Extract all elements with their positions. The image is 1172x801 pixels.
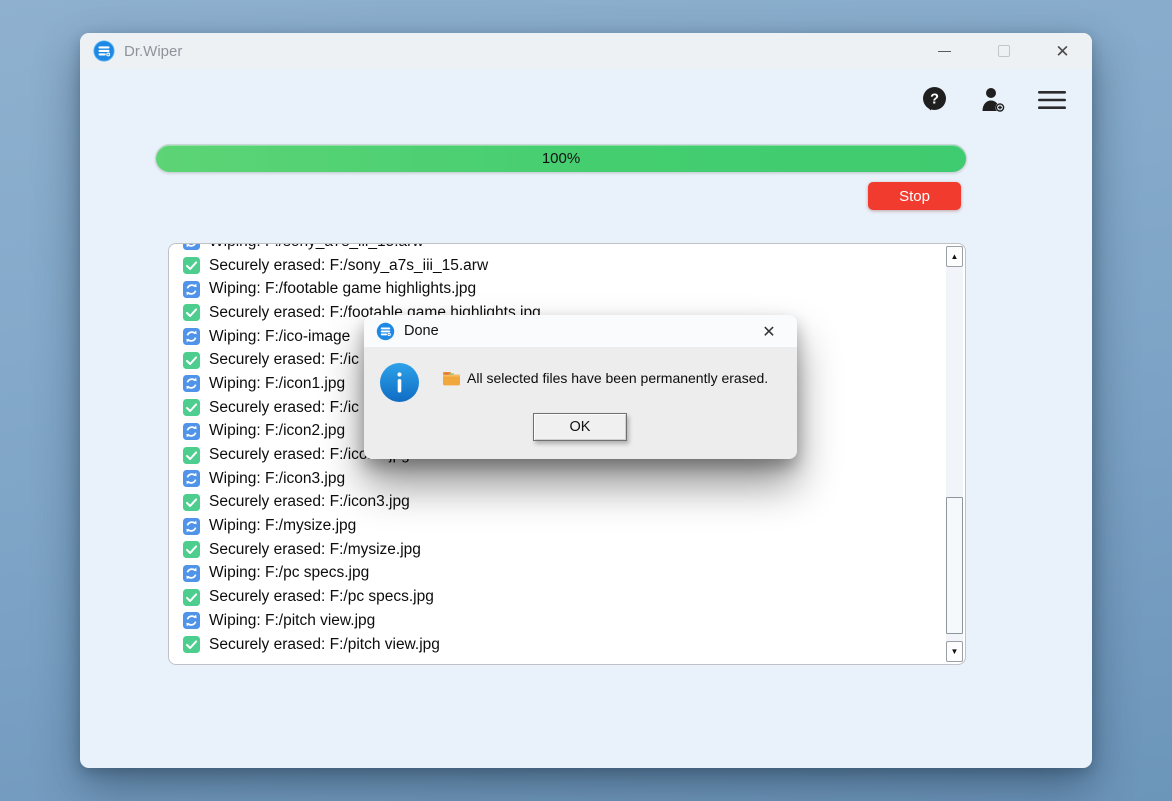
close-icon: ✕	[1055, 43, 1069, 60]
log-row[interactable]: Wiping: F:/mysize.jpg	[183, 514, 965, 538]
log-row-text: Wiping: F:/icon3.jpg	[209, 470, 345, 488]
sync-icon	[183, 328, 200, 345]
add-user-button[interactable]	[978, 85, 1008, 115]
check-icon	[183, 304, 200, 321]
dialog-app-logo-icon	[376, 322, 395, 341]
log-row[interactable]: Wiping: F:/footable game highlights.jpg	[183, 277, 965, 301]
log-row[interactable]: Wiping: F:/icon3.jpg	[183, 467, 965, 491]
help-icon: ?	[921, 86, 948, 114]
dialog-message-row: All selected files have been permanently…	[443, 370, 787, 386]
check-icon	[183, 589, 200, 606]
add-user-icon	[978, 85, 1008, 115]
log-row[interactable]: Securely erased: F:/pitch view.jpg	[183, 633, 965, 657]
window-titlebar[interactable]: Dr.Wiper ✕	[80, 33, 1092, 69]
log-row-text: Securely erased: F:/pc specs.jpg	[209, 588, 434, 606]
dialog-message: All selected files have been permanently…	[467, 370, 768, 386]
log-row-text: Securely erased: F:/ic	[209, 399, 359, 417]
desktop-background: Dr.Wiper ✕ ?	[0, 0, 1172, 801]
log-row[interactable]: Securely erased: F:/mysize.jpg	[183, 538, 965, 562]
sync-icon	[183, 375, 200, 392]
log-row-text: Wiping: F:/sony_a7s_iii_15.arw	[209, 243, 424, 251]
log-row[interactable]: Wiping: F:/pitch view.jpg	[183, 609, 965, 633]
log-row-text: Securely erased: F:/ic	[209, 351, 359, 369]
scroll-up-icon: ▲	[951, 252, 959, 261]
window-controls: ✕	[915, 33, 1092, 69]
sync-icon	[183, 281, 200, 298]
close-button[interactable]: ✕	[1033, 33, 1092, 69]
check-icon	[183, 636, 200, 653]
progress-label: 100%	[542, 150, 580, 167]
log-row[interactable]: Securely erased: F:/pc specs.jpg	[183, 585, 965, 609]
maximize-button[interactable]	[974, 33, 1033, 69]
log-row-text: Wiping: F:/mysize.jpg	[209, 517, 356, 535]
sync-icon	[183, 612, 200, 629]
dialog-title: Done	[404, 323, 439, 339]
menu-button[interactable]	[1038, 89, 1066, 111]
log-row-text: Wiping: F:/pc specs.jpg	[209, 564, 369, 582]
help-button[interactable]: ?	[921, 86, 948, 114]
check-icon	[183, 257, 200, 274]
scroll-down-button[interactable]: ▼	[946, 641, 963, 662]
log-row-text: Securely erased: F:/pitch view.jpg	[209, 636, 440, 654]
log-row-text: Wiping: F:/icon1.jpg	[209, 375, 345, 393]
dialog-close-button[interactable]: ✕	[751, 315, 787, 348]
log-row-text: Wiping: F:/pitch view.jpg	[209, 612, 375, 630]
done-dialog: Done ✕	[364, 315, 797, 459]
scroll-up-button[interactable]: ▲	[946, 246, 963, 267]
log-row[interactable]: Wiping: F:/pc specs.jpg	[183, 562, 965, 586]
log-row-text: Wiping: F:/icon2.jpg	[209, 422, 345, 440]
stop-button[interactable]: Stop	[868, 182, 961, 210]
toolbar: ?	[921, 85, 1066, 115]
menu-icon	[1038, 89, 1066, 111]
scroll-down-icon: ▼	[951, 647, 959, 656]
maximize-icon	[998, 45, 1010, 57]
info-icon	[380, 363, 419, 402]
dialog-close-icon: ✕	[762, 322, 775, 342]
minimize-button[interactable]	[915, 33, 974, 69]
log-row[interactable]: Securely erased: F:/sony_a7s_iii_15.arw	[183, 254, 965, 278]
check-icon	[183, 494, 200, 511]
log-row-text: Securely erased: F:/mysize.jpg	[209, 541, 421, 559]
drwiper-window: Dr.Wiper ✕ ?	[80, 33, 1092, 768]
svg-text:?: ?	[930, 92, 939, 108]
log-row[interactable]: Wiping: F:/sony_a7s_iii_15.arw	[183, 243, 965, 254]
sync-icon	[183, 243, 200, 250]
sync-icon	[183, 565, 200, 582]
sync-icon	[183, 470, 200, 487]
progress-bar: 100%	[155, 144, 967, 173]
app-title: Dr.Wiper	[124, 43, 182, 60]
check-icon	[183, 541, 200, 558]
log-row-text: Wiping: F:/ico-image	[209, 328, 350, 346]
log-row-text: Wiping: F:/footable game highlights.jpg	[209, 280, 476, 298]
folder-icon	[443, 371, 460, 386]
scrollbar[interactable]: ▲ ▼	[946, 246, 963, 662]
check-icon	[183, 447, 200, 464]
sync-icon	[183, 423, 200, 440]
sync-icon	[183, 518, 200, 535]
check-icon	[183, 352, 200, 369]
log-row[interactable]: Securely erased: F:/icon3.jpg	[183, 491, 965, 515]
minimize-icon	[938, 51, 951, 52]
app-logo-icon	[93, 40, 115, 62]
log-row-text: Securely erased: F:/icon3.jpg	[209, 493, 410, 511]
log-row-text: Securely erased: F:/sony_a7s_iii_15.arw	[209, 257, 488, 275]
scrollbar-thumb[interactable]	[946, 497, 963, 634]
ok-button[interactable]: OK	[533, 413, 627, 441]
dialog-titlebar[interactable]: Done ✕	[364, 315, 797, 348]
check-icon	[183, 399, 200, 416]
